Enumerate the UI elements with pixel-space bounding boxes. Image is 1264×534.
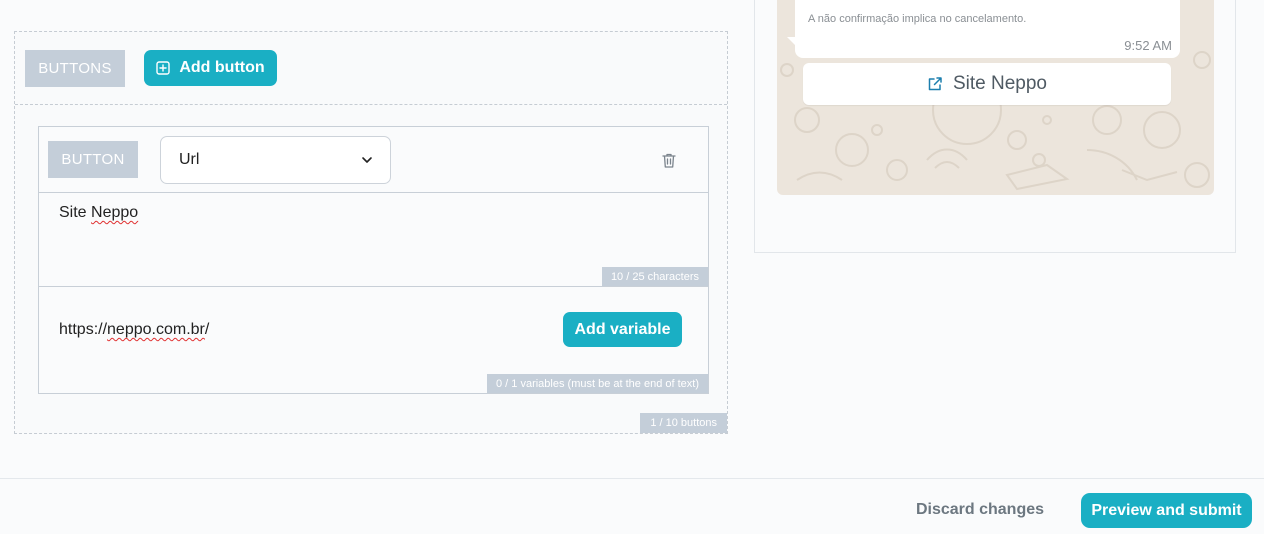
plus-square-icon (156, 61, 171, 75)
variables-counter: 0 / 1 variables (must be at the end of t… (487, 374, 708, 393)
add-button-button[interactable]: Add button (144, 50, 277, 86)
button-url-field[interactable]: https://neppo.com.br/ Add variable 0 / 1… (39, 287, 708, 393)
url-suffix: / (204, 321, 210, 338)
buttons-tag: BUTTONS (25, 50, 125, 87)
message-bubble-tail (787, 37, 797, 47)
preview-panel: A não confirmação implica no cancelament… (754, 0, 1236, 253)
discard-changes-button[interactable]: Discard changes (904, 492, 1056, 528)
button-tag: BUTTON (48, 141, 138, 178)
buttons-section: BUTTONS Add button BUTTON Url Site Neppo (14, 31, 728, 434)
url-prefix: https:// (59, 321, 108, 338)
url-domain: neppo.com.br (107, 321, 205, 338)
preview-link-label: Site Neppo (952, 73, 1047, 94)
message-time: 9:52 AM (1124, 38, 1172, 53)
add-variable-button[interactable]: Add variable (563, 312, 682, 347)
message-bubble: A não confirmação implica no cancelament… (795, 0, 1180, 58)
chat-background: A não confirmação implica no cancelament… (777, 0, 1214, 195)
button-type-value: Url (179, 151, 200, 168)
button-type-select[interactable]: Url (160, 136, 391, 184)
button-text-value: Site Neppo (59, 204, 138, 222)
footer-bar: Discard changes Preview and submit (0, 478, 1264, 534)
add-button-label: Add button (179, 59, 265, 76)
external-link-icon (928, 77, 942, 91)
buttons-counter: 1 / 10 buttons (640, 413, 727, 433)
preview-link-button[interactable]: Site Neppo (803, 63, 1171, 105)
button-url-value: https://neppo.com.br/ (59, 321, 209, 339)
trash-icon[interactable] (661, 152, 677, 169)
preview-and-submit-button[interactable]: Preview and submit (1081, 493, 1252, 528)
text-character-counter: 10 / 25 characters (601, 267, 708, 286)
button-text-word: Neppo (91, 204, 139, 221)
chevron-down-icon (362, 157, 372, 163)
button-card-header: BUTTON Url (39, 127, 708, 193)
button-text-field[interactable]: Site Neppo 10 / 25 characters (39, 193, 708, 287)
buttons-section-header: BUTTONS Add button (15, 32, 727, 105)
message-text: A não confirmação implica no cancelament… (808, 13, 1027, 25)
button-text-prefix: Site (59, 204, 92, 221)
button-card: BUTTON Url Site Neppo 10 / 25 characters… (38, 126, 709, 394)
